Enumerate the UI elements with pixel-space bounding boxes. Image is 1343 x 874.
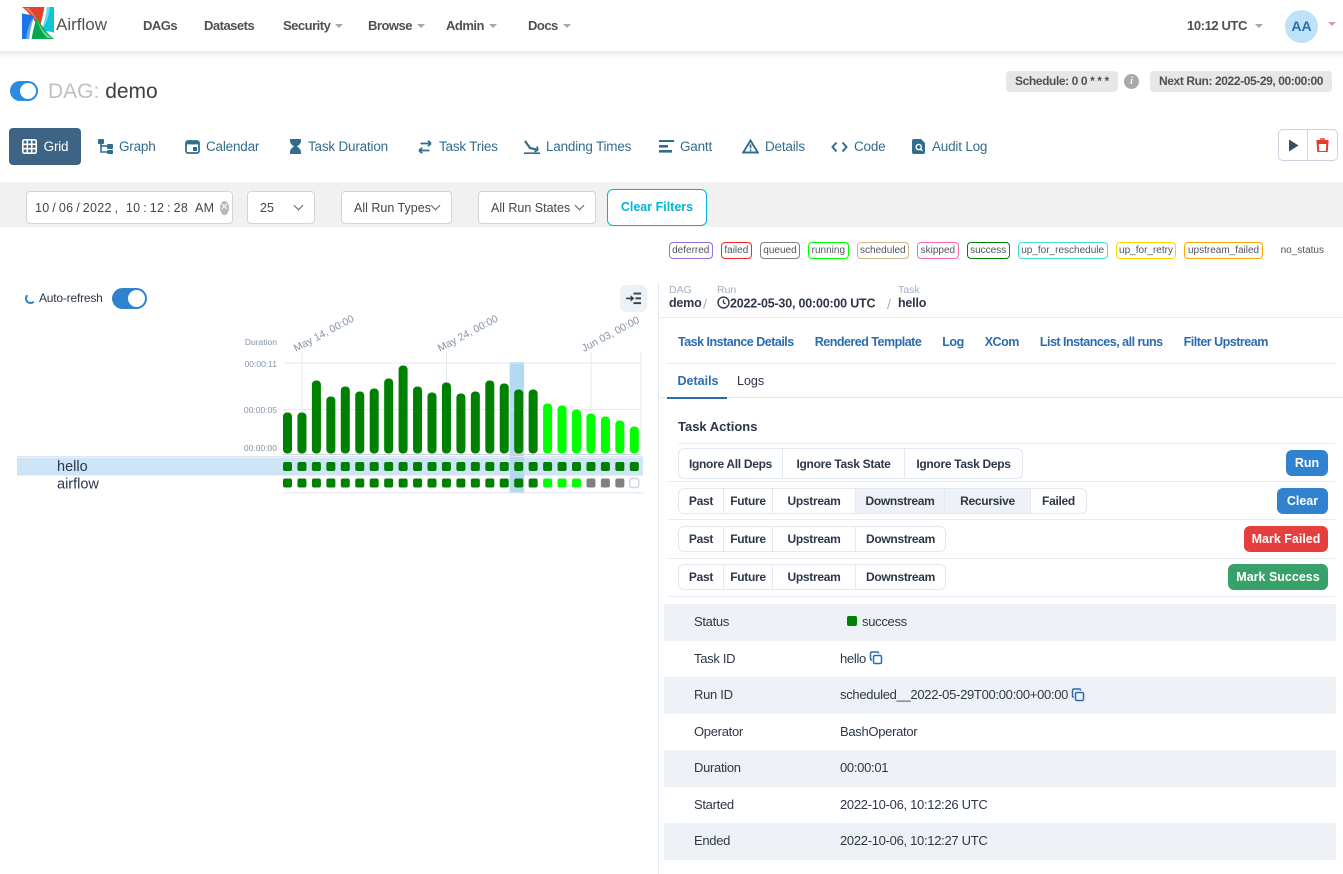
svg-text:May 24, 00:00: May 24, 00:00 [436,313,501,355]
svg-text:00:00:00: 00:00:00 [244,443,277,453]
svg-text:00:00:05: 00:00:05 [244,405,277,415]
svg-text:airflow: airflow [57,477,99,493]
svg-text:Duration: Duration [245,337,277,347]
svg-text:May 14, 00:00: May 14, 00:00 [292,313,357,355]
svg-text:00:00:11: 00:00:11 [245,359,278,369]
svg-text:hello: hello [57,459,88,475]
svg-text:Jun 03, 00:00: Jun 03, 00:00 [580,314,642,355]
